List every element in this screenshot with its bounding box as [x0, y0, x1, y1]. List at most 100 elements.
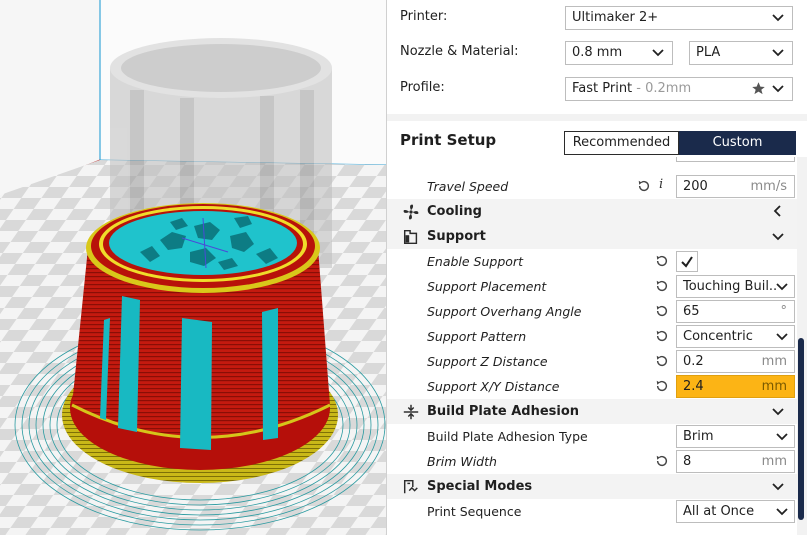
support-xy-label: Support X/Y Distance: [427, 379, 560, 394]
support-overhang-label: Support Overhang Angle: [427, 304, 582, 319]
support-xy-input[interactable]: 2.4 mm: [676, 375, 795, 398]
support-overhang-unit: °: [780, 304, 788, 319]
material-value: PLA: [696, 45, 721, 60]
support-xy-value: 2.4: [683, 379, 704, 394]
chevron-down-icon: [652, 49, 664, 57]
adhesion-label: Build Plate Adhesion: [427, 404, 580, 419]
setting-support-xy-distance: Support X/Y Distance 2.4 mm: [387, 374, 797, 399]
build-volume-scene: [0, 0, 386, 535]
support-icon: [403, 229, 418, 245]
material-select[interactable]: PLA: [689, 41, 793, 65]
brim-width-label: Brim Width: [427, 454, 497, 469]
reset-icon[interactable]: [655, 254, 669, 268]
printer-value: Ultimaker 2+: [572, 10, 659, 25]
support-pattern-select[interactable]: Concentric: [676, 325, 795, 348]
reset-icon[interactable]: [655, 354, 669, 368]
adhesion-type-select[interactable]: Brim: [676, 425, 795, 448]
brim-width-input[interactable]: 8 mm: [676, 450, 795, 473]
cooling-label: Cooling: [427, 204, 482, 219]
brim-width-value: 8: [683, 454, 692, 469]
chevron-down-icon: [776, 504, 788, 518]
profile-label: Profile:: [400, 80, 445, 95]
check-icon: [681, 256, 693, 268]
top-support: [109, 211, 297, 275]
chevron-down-icon: [776, 429, 788, 443]
special-modes-icon: [403, 479, 418, 494]
brim-width-unit: mm: [761, 454, 787, 469]
adhesion-type-value: Brim: [683, 429, 714, 444]
printer-row: Printer: Ultimaker 2+: [400, 6, 800, 30]
support-placement-value: Touching Buil...: [683, 279, 782, 294]
special-modes-label: Special Modes: [427, 479, 533, 494]
printer-select[interactable]: Ultimaker 2+: [565, 6, 793, 30]
support-z-input[interactable]: 0.2 mm: [676, 350, 795, 373]
reset-icon[interactable]: [655, 304, 669, 318]
chevron-down-icon: [772, 483, 784, 491]
nozzle-select[interactable]: 0.8 mm: [565, 41, 673, 65]
chevron-down-icon: [772, 408, 784, 416]
chevron-down-icon: [772, 14, 784, 22]
reset-icon[interactable]: [655, 454, 669, 468]
nozzle-label: Nozzle & Material:: [400, 44, 519, 59]
enable-support-checkbox[interactable]: [676, 251, 698, 272]
reset-icon[interactable]: [637, 179, 651, 193]
adhesion-icon: [403, 404, 419, 420]
profile-row: Profile: Fast Print - 0.2mm: [400, 77, 800, 101]
travel-speed-label: Travel Speed: [427, 179, 509, 194]
print-sequence-select[interactable]: All at Once: [676, 500, 795, 523]
settings-panel: Printer: Ultimaker 2+ Nozzle & Material:…: [386, 0, 807, 535]
3d-viewport[interactable]: [0, 0, 386, 535]
chevron-down-icon: [772, 85, 784, 93]
star-icon[interactable]: [751, 81, 766, 96]
setting-enable-support: Enable Support: [387, 249, 797, 274]
support-overhang-input[interactable]: 65 °: [676, 300, 795, 323]
print-sequence-value: All at Once: [683, 504, 755, 519]
category-build-plate-adhesion[interactable]: Build Plate Adhesion: [387, 399, 797, 424]
setting-brim-width: Brim Width 8 mm: [387, 449, 797, 474]
setting-travel-speed: Travel Speed i 200 mm/s: [387, 174, 797, 199]
nozzle-row: Nozzle & Material: 0.8 mm PLA: [400, 41, 800, 65]
category-support[interactable]: Support: [387, 224, 797, 249]
enable-support-label: Enable Support: [427, 254, 523, 269]
support-placement-label: Support Placement: [427, 279, 547, 294]
category-cooling[interactable]: Cooling: [387, 199, 797, 224]
profile-layer-height: - 0.2mm: [632, 81, 692, 96]
adhesion-type-label: Build Plate Adhesion Type: [427, 429, 588, 444]
setting-print-sequence: Print Sequence All at Once: [387, 499, 797, 524]
info-icon[interactable]: i: [659, 177, 663, 192]
travel-speed-input[interactable]: 200 mm/s: [676, 175, 795, 198]
profile-select[interactable]: Fast Print - 0.2mm: [565, 77, 793, 101]
setting-support-z-distance: Support Z Distance 0.2 mm: [387, 349, 797, 374]
settings-scrollbar[interactable]: [798, 338, 804, 520]
support-pattern-label: Support Pattern: [427, 329, 527, 344]
print-setup-title: Print Setup: [400, 131, 497, 149]
chevron-down-icon: [776, 329, 788, 343]
setting-support-pattern: Support Pattern Concentric: [387, 324, 797, 349]
support-z-label: Support Z Distance: [427, 354, 548, 369]
printer-label: Printer:: [400, 9, 448, 24]
reset-icon[interactable]: [655, 379, 669, 393]
fan-icon: [403, 204, 419, 220]
support-xy-unit: mm: [761, 379, 787, 394]
support-label: Support: [427, 229, 486, 244]
travel-speed-value: 200: [683, 179, 708, 194]
reset-icon[interactable]: [655, 279, 669, 293]
custom-tab[interactable]: Custom: [679, 131, 796, 155]
profile-value: Fast Print: [572, 81, 633, 96]
category-special-modes[interactable]: Special Modes: [387, 474, 797, 499]
partial-row: [387, 157, 797, 162]
travel-speed-unit: mm/s: [750, 179, 787, 194]
chevron-down-icon: [772, 233, 784, 241]
settings-list[interactable]: Travel Speed i 200 mm/s Cooling Support …: [387, 157, 797, 535]
chevron-left-icon: [773, 205, 781, 217]
print-sequence-label: Print Sequence: [427, 504, 522, 519]
setting-adhesion-type: Build Plate Adhesion Type Brim: [387, 424, 797, 449]
partial-field[interactable]: [676, 157, 795, 162]
reset-icon[interactable]: [655, 329, 669, 343]
chevron-down-icon: [772, 49, 784, 57]
support-z-unit: mm: [761, 354, 787, 369]
support-placement-select[interactable]: Touching Buil...: [676, 275, 795, 298]
chevron-down-icon: [776, 279, 788, 293]
nozzle-value: 0.8 mm: [572, 45, 623, 60]
recommended-tab[interactable]: Recommended: [564, 131, 679, 155]
